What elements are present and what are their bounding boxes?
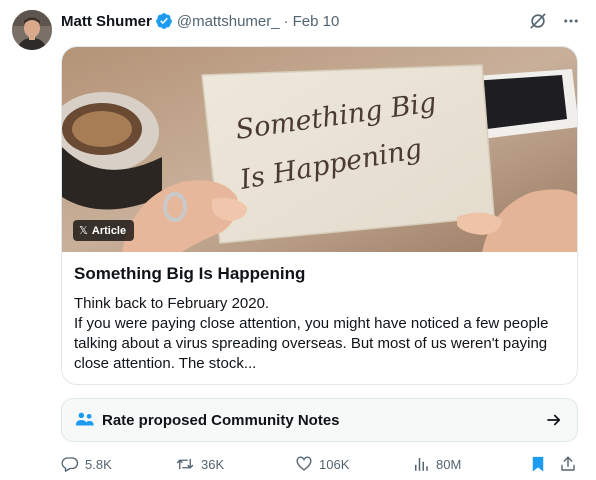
bookmark-button[interactable]	[529, 455, 547, 473]
repost-icon	[176, 458, 194, 470]
grok-icon[interactable]	[528, 11, 548, 31]
separator-dot: ·	[283, 12, 289, 30]
repost-count: 36K	[201, 456, 225, 472]
tweet-action-bar: 5.8K 36K 106K 80M	[61, 455, 581, 477]
article-excerpt-line1: Think back to February 2020.	[74, 295, 270, 312]
article-badge-label: Article	[91, 224, 127, 237]
author-handle[interactable]: @mattshumer_	[177, 13, 280, 30]
article-cover-image[interactable]: Something Big Is Happening 𝕏 Article	[62, 47, 577, 252]
share-button[interactable]	[559, 455, 577, 473]
article-excerpt-line2: If you were paying close attention, you …	[74, 315, 549, 372]
reply-icon	[61, 457, 79, 472]
author-name[interactable]: Matt Shumer	[61, 13, 152, 30]
tweet-date[interactable]: Feb 10	[293, 13, 340, 30]
tweet-top-actions	[528, 10, 580, 32]
article-card[interactable]: Something Big Is Happening 𝕏 Article Som…	[61, 46, 578, 385]
avatar[interactable]	[12, 10, 52, 50]
repost-button[interactable]: 36K	[175, 455, 224, 473]
tweet-header: Matt Shumer @mattshumer_ · Feb 10	[61, 10, 339, 32]
rate-community-notes-button[interactable]: Rate proposed Community Notes	[61, 398, 578, 442]
like-count: 106K	[319, 456, 350, 472]
views-count: 80M	[436, 456, 462, 472]
article-title[interactable]: Something Big Is Happening	[74, 264, 305, 284]
views-button[interactable]: 80M	[412, 455, 461, 473]
community-notes-label: Rate proposed Community Notes	[102, 411, 340, 429]
reply-button[interactable]: 5.8K	[61, 455, 112, 473]
more-options-icon[interactable]	[562, 12, 580, 30]
article-excerpt[interactable]: Think back to February 2020. If you were…	[74, 294, 569, 374]
x-logo-icon: 𝕏	[79, 225, 88, 237]
like-button[interactable]: 106K	[295, 455, 349, 473]
people-icon	[74, 409, 96, 431]
arrow-right-icon	[545, 411, 563, 429]
heart-icon	[296, 456, 312, 471]
reply-count: 5.8K	[85, 456, 112, 472]
share-icon	[561, 456, 575, 471]
bookmark-icon	[532, 456, 544, 472]
verified-badge-icon[interactable]	[155, 12, 173, 30]
views-icon	[415, 458, 428, 471]
article-badge: 𝕏 Article	[73, 220, 135, 241]
